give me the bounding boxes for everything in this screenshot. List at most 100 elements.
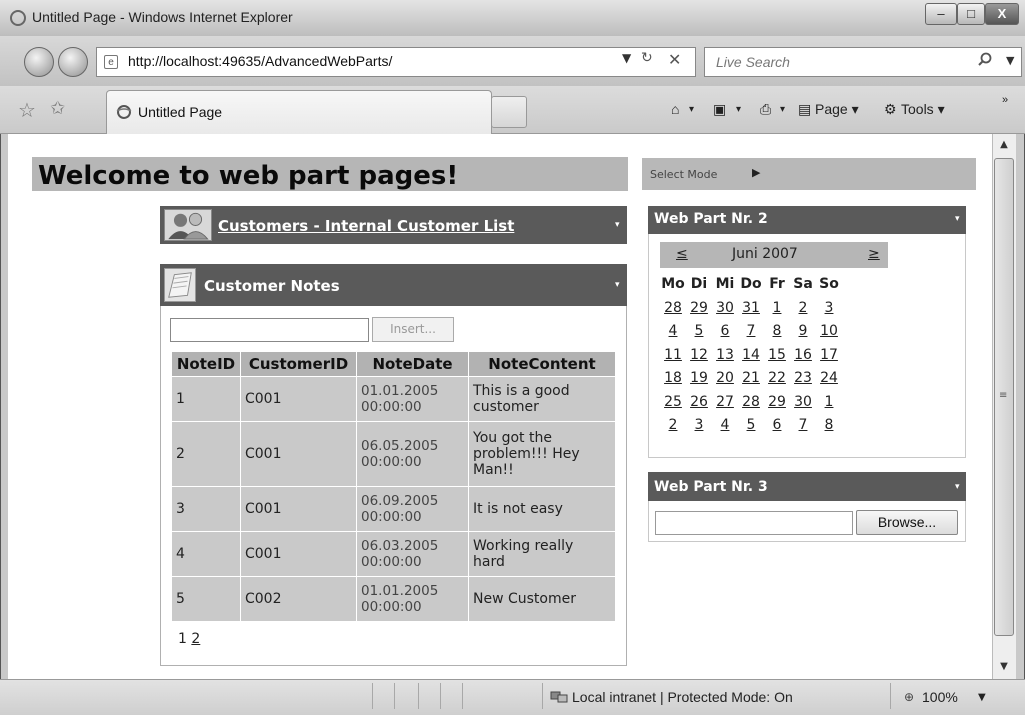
column-header-noteid[interactable]: NoteID xyxy=(172,352,240,376)
calendar-day[interactable]: 30 xyxy=(790,394,816,410)
tools-gear-icon[interactable]: ⚙ xyxy=(884,101,897,118)
column-header-notedate[interactable]: NoteDate xyxy=(357,352,468,376)
tools-menu[interactable]: Tools ▾ xyxy=(901,101,945,118)
calendar-day[interactable]: 31 xyxy=(738,300,764,316)
calendar-day[interactable]: 2 xyxy=(660,417,686,433)
address-text[interactable]: http://localhost:49635/AdvancedWebParts/ xyxy=(128,53,392,69)
calendar-prev-month[interactable]: ≤ xyxy=(676,246,688,262)
security-zone-status[interactable]: Local intranet | Protected Mode: On xyxy=(572,689,793,705)
column-header-customerid[interactable]: CustomerID xyxy=(241,352,356,376)
calendar-day[interactable]: 5 xyxy=(686,323,712,339)
calendar-day-header: Mi xyxy=(715,276,735,292)
calendar-day[interactable]: 28 xyxy=(660,300,686,316)
close-button[interactable]: X xyxy=(985,3,1019,25)
calendar-day[interactable]: 29 xyxy=(686,300,712,316)
calendar-day[interactable]: 23 xyxy=(790,370,816,386)
notes-icon xyxy=(164,268,196,302)
zoom-dropdown-icon[interactable]: ▼ xyxy=(978,692,986,703)
content-line: It is not easy xyxy=(473,501,563,517)
feeds-icon[interactable]: ▣ xyxy=(713,101,726,118)
calendar-day[interactable]: 10 xyxy=(816,323,842,339)
calendar-next-month[interactable]: ≥ xyxy=(868,246,880,262)
favorites-star-icon[interactable]: ☆ xyxy=(18,98,36,122)
print-icon[interactable]: ⎙ xyxy=(760,101,771,118)
refresh-icon[interactable]: ↻ xyxy=(641,50,653,66)
print-dropdown[interactable]: ▾ xyxy=(780,104,785,115)
calendar-day[interactable]: 22 xyxy=(764,370,790,386)
calendar-day[interactable]: 30 xyxy=(712,300,738,316)
calendar-day[interactable]: 19 xyxy=(686,370,712,386)
calendar-day[interactable]: 12 xyxy=(686,347,712,363)
column-header-notecontent[interactable]: NoteContent xyxy=(469,352,615,376)
calendar-day[interactable]: 3 xyxy=(686,417,712,433)
calendar-day[interactable]: 8 xyxy=(816,417,842,433)
calendar-day[interactable]: 1 xyxy=(816,394,842,410)
calendar-day[interactable]: 24 xyxy=(816,370,842,386)
webpart-3-verbs-menu-icon[interactable]: ▾ xyxy=(955,482,960,492)
calendar-day[interactable]: 4 xyxy=(660,323,686,339)
calendar-day[interactable]: 9 xyxy=(790,323,816,339)
add-favorites-icon[interactable]: ✩ xyxy=(50,98,65,119)
page-menu-icon[interactable]: ▤ xyxy=(798,101,811,118)
calendar-day[interactable]: 7 xyxy=(790,417,816,433)
calendar-day[interactable]: 13 xyxy=(712,347,738,363)
feeds-dropdown[interactable]: ▾ xyxy=(736,104,741,115)
customers-link[interactable]: Customers - Internal Customer List xyxy=(218,217,514,235)
calendar-day[interactable]: 7 xyxy=(738,323,764,339)
calendar-day[interactable]: 1 xyxy=(764,300,790,316)
forward-button[interactable] xyxy=(58,47,88,77)
browse-button[interactable]: Browse... xyxy=(856,510,958,535)
calendar-day[interactable]: 29 xyxy=(764,394,790,410)
cell-customerid: C001 xyxy=(241,422,356,486)
calendar-day[interactable]: 25 xyxy=(660,394,686,410)
stop-icon[interactable]: ✕ xyxy=(668,50,681,69)
calendar-day[interactable]: 8 xyxy=(764,323,790,339)
calendar-day[interactable]: 11 xyxy=(660,347,686,363)
calendar-day[interactable]: 26 xyxy=(686,394,712,410)
calendar-day[interactable]: 4 xyxy=(712,417,738,433)
webpart-3-title: Web Part Nr. 3 xyxy=(654,479,768,495)
calendar-day[interactable]: 6 xyxy=(712,323,738,339)
notes-verbs-menu-icon[interactable]: ▾ xyxy=(615,280,620,290)
calendar-day[interactable]: 21 xyxy=(738,370,764,386)
maximize-button[interactable]: □ xyxy=(957,3,985,25)
mode-arrow-icon[interactable]: ▶ xyxy=(752,166,760,179)
scroll-down-arrow-icon[interactable]: ▼ xyxy=(992,658,1016,676)
new-tab-button[interactable] xyxy=(491,96,527,128)
file-path-input[interactable] xyxy=(655,511,853,535)
zoom-icon[interactable]: ⊕ xyxy=(904,690,914,704)
minimize-button[interactable]: – xyxy=(925,3,957,25)
calendar-day[interactable]: 17 xyxy=(816,347,842,363)
page-menu[interactable]: Page ▾ xyxy=(815,101,859,118)
back-button[interactable] xyxy=(24,47,54,77)
calendar-day[interactable]: 20 xyxy=(712,370,738,386)
note-input[interactable] xyxy=(170,318,369,342)
select-mode-menu[interactable]: Select Mode xyxy=(650,168,717,181)
calendar-day[interactable]: 28 xyxy=(738,394,764,410)
webpart-2-verbs-menu-icon[interactable]: ▾ xyxy=(955,214,960,224)
zoom-level[interactable]: 100% xyxy=(922,689,958,705)
calendar-day[interactable]: 3 xyxy=(816,300,842,316)
scroll-up-arrow-icon[interactable]: ▲ xyxy=(992,136,1016,154)
home-dropdown[interactable]: ▾ xyxy=(689,104,694,115)
calendar-day[interactable]: 18 xyxy=(660,370,686,386)
calendar-day[interactable]: 6 xyxy=(764,417,790,433)
search-input[interactable]: Live Search xyxy=(716,54,790,70)
home-icon[interactable]: ⌂ xyxy=(671,101,679,117)
customers-verbs-menu-icon[interactable]: ▾ xyxy=(615,220,620,230)
calendar-day[interactable]: 15 xyxy=(764,347,790,363)
calendar-day[interactable]: 2 xyxy=(790,300,816,316)
calendar-day[interactable]: 16 xyxy=(790,347,816,363)
calendar-day[interactable]: 5 xyxy=(738,417,764,433)
status-divider xyxy=(418,683,419,709)
search-options-icon[interactable]: ▼ xyxy=(1006,54,1014,67)
status-bar xyxy=(0,679,1025,715)
address-dropdown-icon[interactable]: ▼ xyxy=(622,51,631,65)
calendar-day[interactable]: 27 xyxy=(712,394,738,410)
cell-noteid: 4 xyxy=(172,532,240,576)
search-icon[interactable] xyxy=(978,52,992,66)
pager-page-link[interactable]: 2 xyxy=(191,631,200,647)
insert-button[interactable]: Insert... xyxy=(372,317,454,342)
toolbar-overflow-icon[interactable]: » xyxy=(1002,94,1008,106)
calendar-day[interactable]: 14 xyxy=(738,347,764,363)
